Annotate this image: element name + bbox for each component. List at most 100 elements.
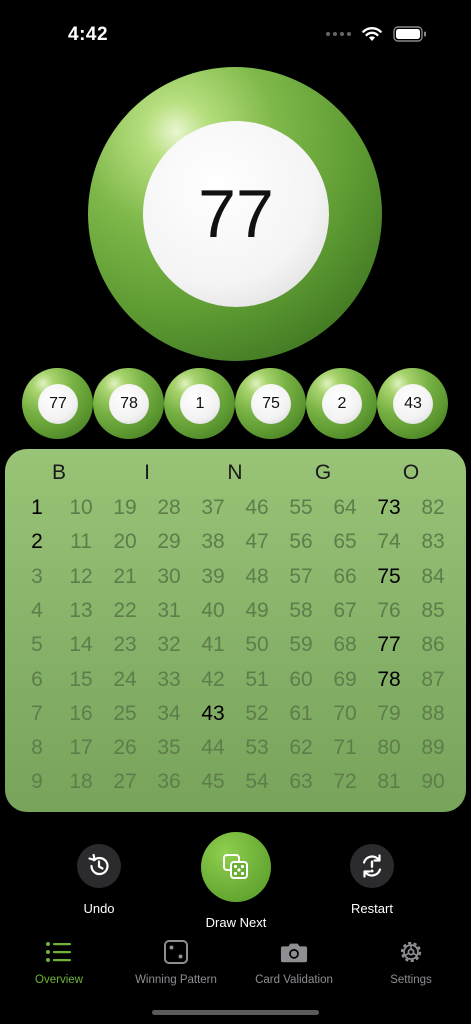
current-ball-number: 77	[198, 176, 274, 252]
board-number: 15	[69, 667, 93, 691]
board-number: 22	[113, 598, 137, 622]
board-number: 9	[31, 770, 43, 794]
board-number: 47	[245, 530, 269, 554]
board-number: 51	[245, 667, 269, 691]
current-ball: 77	[88, 67, 382, 361]
board-number: 35	[157, 736, 181, 760]
tab-label: Winning Pattern	[135, 974, 217, 986]
board-number: 83	[421, 530, 445, 554]
board-number: 28	[157, 496, 181, 519]
board-number: 76	[377, 598, 401, 622]
board-number: 60	[289, 667, 313, 691]
board-number: 14	[69, 633, 93, 657]
board-number: 31	[157, 598, 181, 622]
board-number: 18	[69, 770, 93, 794]
tab-label: Settings	[390, 974, 432, 986]
status-time: 4:42	[68, 24, 109, 45]
board-number: 68	[333, 633, 357, 657]
board-number: 80	[377, 736, 401, 760]
board-number: 24	[113, 667, 137, 691]
board-number: 86	[421, 633, 445, 657]
dice-one-icon	[164, 940, 188, 964]
board-number: 50	[245, 633, 269, 657]
board-number: 10	[69, 496, 93, 519]
board-number: 19	[113, 496, 137, 519]
board-number: 48	[245, 564, 269, 588]
board-number: 3	[31, 564, 43, 588]
board-number: 30	[157, 564, 181, 588]
board-number: 79	[377, 701, 401, 725]
board-letter-b: B	[51, 461, 66, 484]
board-number: 63	[289, 770, 313, 794]
board-number: 88	[421, 701, 445, 725]
board-number: 21	[113, 564, 137, 588]
tab-label: Overview	[35, 974, 83, 986]
board-letter-o: O	[402, 461, 420, 484]
board-number: 84	[421, 564, 445, 588]
recent-ball: 43	[377, 368, 448, 439]
bingo-screen: 4:42 77 77 78 1 75 2 43 B I N G O 1 2 3 …	[0, 0, 471, 1024]
recent-ball-number: 75	[262, 395, 280, 412]
tab-settings[interactable]: Settings	[351, 938, 471, 986]
recent-ball: 75	[235, 368, 306, 439]
recent-ball: 77	[22, 368, 93, 439]
board-number: 62	[289, 736, 313, 760]
recent-balls: 77 78 1 75 2 43	[22, 368, 450, 440]
board-number: 36	[157, 770, 181, 794]
board-number: 38	[201, 530, 225, 554]
board-number: 33	[157, 667, 181, 691]
status-bar: 4:42	[0, 0, 471, 70]
tab-winning-pattern[interactable]: Winning Pattern	[116, 938, 236, 986]
board-number: 53	[245, 736, 269, 760]
board-number: 57	[289, 564, 313, 588]
board-number: 27	[113, 770, 137, 794]
board-number: 89	[421, 736, 445, 760]
board-number: 7	[31, 701, 43, 725]
board-letter-n: N	[227, 461, 243, 484]
board-number: 87	[421, 667, 445, 691]
list-icon	[46, 942, 71, 962]
recent-ball: 1	[164, 368, 235, 439]
board-number: 45	[201, 770, 225, 794]
board-number: 82	[421, 496, 445, 519]
tab-card-validation[interactable]: Card Validation	[234, 938, 354, 986]
undo-history-icon	[88, 853, 109, 876]
wifi-icon	[362, 27, 382, 41]
recent-ball-number: 2	[337, 395, 347, 412]
board-number: 46	[245, 496, 269, 519]
board-number: 40	[201, 598, 225, 622]
board-number: 5	[31, 633, 43, 657]
board-number: 69	[333, 667, 357, 691]
battery-icon	[393, 26, 426, 42]
board-number: 70	[333, 701, 357, 725]
recent-ball-number: 78	[120, 395, 138, 412]
board-number: 6	[31, 667, 43, 691]
draw-next-button[interactable]	[201, 832, 271, 902]
undo-button[interactable]	[77, 844, 121, 888]
restart-button[interactable]	[350, 844, 394, 888]
tab-overview[interactable]: Overview	[0, 938, 119, 986]
board-letter-g: G	[314, 461, 332, 484]
board-number: 41	[201, 633, 225, 657]
board-number-called: 43	[201, 701, 225, 725]
board-number: 49	[245, 598, 269, 622]
recent-ball-number: 43	[404, 395, 422, 412]
board-number: 23	[113, 633, 137, 657]
board-number: 52	[245, 701, 269, 725]
camera-icon	[280, 943, 308, 963]
recent-ball: 78	[93, 368, 164, 439]
board-number: 34	[157, 701, 181, 725]
board-number: 20	[113, 530, 137, 554]
home-indicator	[152, 1010, 319, 1015]
board-number: 71	[333, 736, 357, 760]
recent-ball-number: 1	[195, 395, 205, 412]
gear-icon	[400, 941, 422, 963]
board-number: 11	[70, 530, 92, 554]
board-number: 55	[289, 496, 313, 519]
draw-next-label: Draw Next	[205, 915, 267, 930]
cellular-signal-icon	[326, 32, 351, 36]
board-number-called: 2	[31, 530, 43, 554]
board-number: 85	[421, 598, 445, 622]
board-number: 66	[333, 564, 357, 588]
board-number: 37	[201, 496, 225, 519]
